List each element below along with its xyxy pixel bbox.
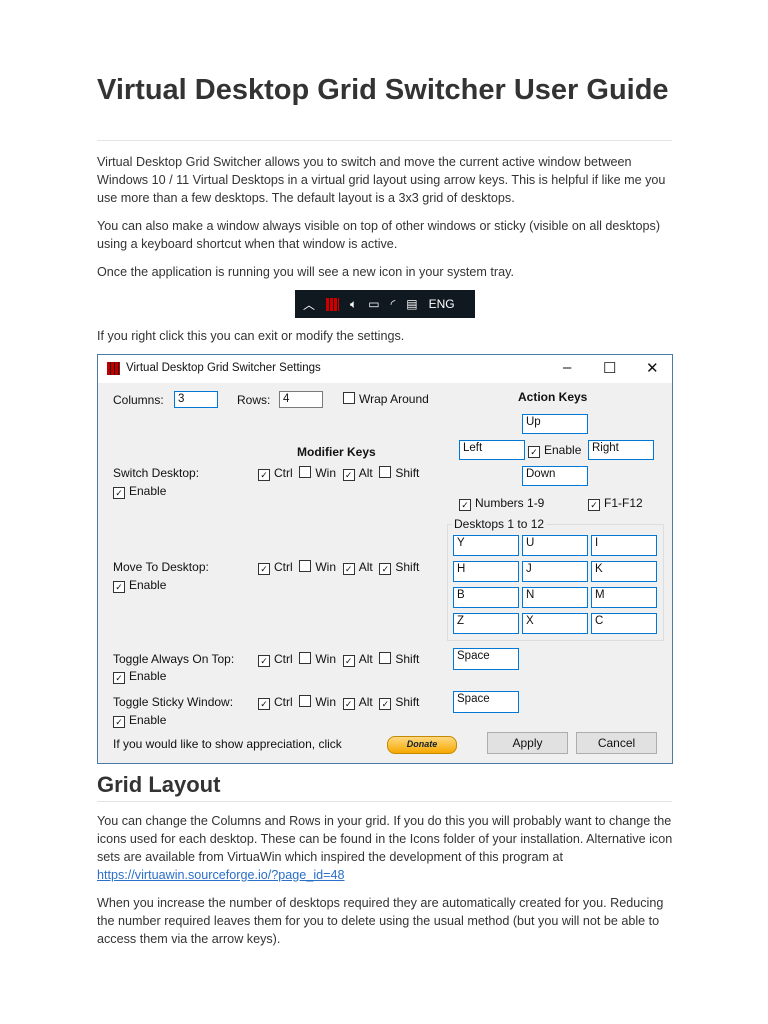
- right-key-input[interactable]: Right: [588, 440, 654, 460]
- paragraph: If you right click this you can exit or …: [97, 329, 405, 343]
- alt-checkbox[interactable]: ✓ Alt: [342, 560, 373, 575]
- desktop-key-input[interactable]: N: [522, 587, 588, 608]
- switch-modifiers: ✓ Ctrl Win ✓ Alt Shift: [258, 466, 419, 481]
- desktops-group-label: Desktops 1 to 12: [452, 517, 547, 531]
- notification-icon: ▤: [406, 297, 418, 311]
- sticky-enable-checkbox[interactable]: ✓ Enable: [113, 713, 166, 728]
- win-checkbox[interactable]: Win: [299, 652, 336, 666]
- desktop-key-input[interactable]: H: [453, 561, 519, 582]
- left-key-input[interactable]: Left: [459, 440, 525, 460]
- move-modifiers: ✓ Ctrl Win ✓ Alt ✓ Shift: [258, 560, 419, 575]
- win-checkbox[interactable]: Win: [299, 560, 336, 574]
- desktop-key-input[interactable]: Y: [453, 535, 519, 556]
- desktop-key-input[interactable]: U: [522, 535, 588, 556]
- win-checkbox[interactable]: Win: [299, 695, 336, 709]
- enable-label: Enable: [544, 443, 582, 457]
- sticky-key-input[interactable]: Space: [453, 691, 519, 713]
- ctrl-checkbox[interactable]: ✓ Ctrl: [258, 695, 293, 710]
- columns-input[interactable]: 3: [174, 391, 218, 408]
- enable-label: Enable: [129, 713, 167, 727]
- minimize-button[interactable]: –: [563, 359, 571, 376]
- paragraph: Once the application is running you will…: [97, 265, 514, 279]
- desktop-key-input[interactable]: M: [591, 587, 657, 608]
- on-top-label: Toggle Always On Top:: [113, 652, 235, 666]
- move-desktop-label: Move To Desktop:: [113, 560, 209, 574]
- desktop-key-input[interactable]: C: [591, 613, 657, 634]
- shift-checkbox[interactable]: Shift: [379, 466, 419, 480]
- numbers-checkbox[interactable]: ✓ Numbers 1-9: [459, 496, 544, 511]
- action-enable-checkbox[interactable]: ✓ Enable: [528, 443, 581, 458]
- apply-button[interactable]: Apply: [487, 732, 568, 754]
- action-keys-heading: Action Keys: [518, 390, 588, 404]
- on-top-enable-checkbox[interactable]: ✓ Enable: [113, 669, 166, 684]
- desktop-key-input[interactable]: Z: [453, 613, 519, 634]
- app-icon: [107, 362, 120, 375]
- grid-switcher-tray-icon: [326, 297, 340, 311]
- desktop-key-input[interactable]: X: [522, 613, 588, 634]
- enable-label: Enable: [129, 669, 167, 683]
- on-top-modifiers: ✓ Ctrl Win ✓ Alt Shift: [258, 652, 419, 667]
- divider: [97, 801, 672, 802]
- shift-checkbox[interactable]: Shift: [379, 652, 419, 666]
- battery-icon: ▭: [368, 297, 380, 311]
- switch-desktop-label: Switch Desktop:: [113, 466, 200, 480]
- modifier-keys-heading: Modifier Keys: [297, 445, 376, 459]
- desktop-key-input[interactable]: K: [591, 561, 657, 582]
- wrap-around-checkbox[interactable]: Wrap Around: [343, 392, 429, 406]
- shift-checkbox[interactable]: ✓ Shift: [379, 560, 419, 575]
- maximize-button[interactable]: ☐: [603, 359, 616, 377]
- intro-paragraph: Virtual Desktop Grid Switcher allows you…: [97, 155, 666, 205]
- fkeys-label: F1-F12: [604, 496, 643, 510]
- fkeys-checkbox[interactable]: ✓ F1-F12: [588, 496, 643, 511]
- cancel-button[interactable]: Cancel: [576, 732, 657, 754]
- switch-enable-checkbox[interactable]: ✓ Enable: [113, 484, 166, 499]
- close-button[interactable]: ✕: [646, 359, 659, 377]
- desktop-key-input[interactable]: B: [453, 587, 519, 608]
- numbers-label: Numbers 1-9: [475, 496, 545, 510]
- wifi-icon: ◜: [390, 297, 396, 311]
- paragraph: You can also make a window always visibl…: [97, 219, 661, 251]
- columns-label: Columns:: [113, 393, 164, 407]
- on-top-key-input[interactable]: Space: [453, 648, 519, 670]
- page-title: Virtual Desktop Grid Switcher User Guide: [97, 74, 669, 106]
- chevron-up-icon: ︿: [303, 297, 316, 312]
- sticky-label: Toggle Sticky Window:: [113, 695, 234, 709]
- rows-input[interactable]: 4: [279, 391, 323, 408]
- sticky-modifiers: ✓ Ctrl Win ✓ Alt ✓ Shift: [258, 695, 419, 710]
- system-tray-image: ︿ 🔈︎ ▭ ◜ ▤ ENG: [295, 290, 475, 318]
- volume-icon: 🔈︎: [350, 296, 358, 311]
- desktop-key-input[interactable]: J: [522, 561, 588, 582]
- enable-label: Enable: [129, 484, 167, 498]
- settings-dialog: Virtual Desktop Grid Switcher Settings –…: [97, 354, 673, 764]
- alt-checkbox[interactable]: ✓ Alt: [342, 695, 373, 710]
- desktop-key-input[interactable]: I: [591, 535, 657, 556]
- ctrl-checkbox[interactable]: ✓ Ctrl: [258, 560, 293, 575]
- alt-checkbox[interactable]: ✓ Alt: [342, 466, 373, 481]
- section-heading: Grid Layout: [97, 772, 221, 797]
- move-enable-checkbox[interactable]: ✓ Enable: [113, 578, 166, 593]
- language-indicator: ENG: [428, 297, 455, 311]
- divider: [97, 140, 672, 141]
- appreciation-text: If you would like to show appreciation, …: [113, 737, 342, 751]
- up-key-input[interactable]: Up: [522, 414, 588, 434]
- title-bar: Virtual Desktop Grid Switcher Settings –…: [98, 355, 672, 383]
- paragraph: You can change the Columns and Rows in y…: [97, 812, 677, 884]
- donate-button[interactable]: Donate: [387, 736, 457, 754]
- ctrl-checkbox[interactable]: ✓ Ctrl: [258, 466, 293, 481]
- page: Virtual Desktop Grid Switcher User Guide…: [0, 0, 768, 1024]
- down-key-input[interactable]: Down: [522, 466, 588, 486]
- wrap-label: Wrap Around: [359, 392, 429, 406]
- alt-checkbox[interactable]: ✓ Alt: [342, 652, 373, 667]
- dialog-title: Virtual Desktop Grid Switcher Settings: [126, 362, 321, 374]
- virtuawin-link[interactable]: https://virtuawin.sourceforge.io/?page_i…: [97, 868, 345, 882]
- shift-checkbox[interactable]: ✓ Shift: [379, 695, 419, 710]
- rows-label: Rows:: [237, 393, 271, 407]
- paragraph: When you increase the number of desktops…: [97, 896, 664, 946]
- win-checkbox[interactable]: Win: [299, 466, 336, 480]
- enable-label: Enable: [129, 578, 167, 592]
- ctrl-checkbox[interactable]: ✓ Ctrl: [258, 652, 293, 667]
- paragraph-text: You can change the Columns and Rows in y…: [97, 814, 673, 864]
